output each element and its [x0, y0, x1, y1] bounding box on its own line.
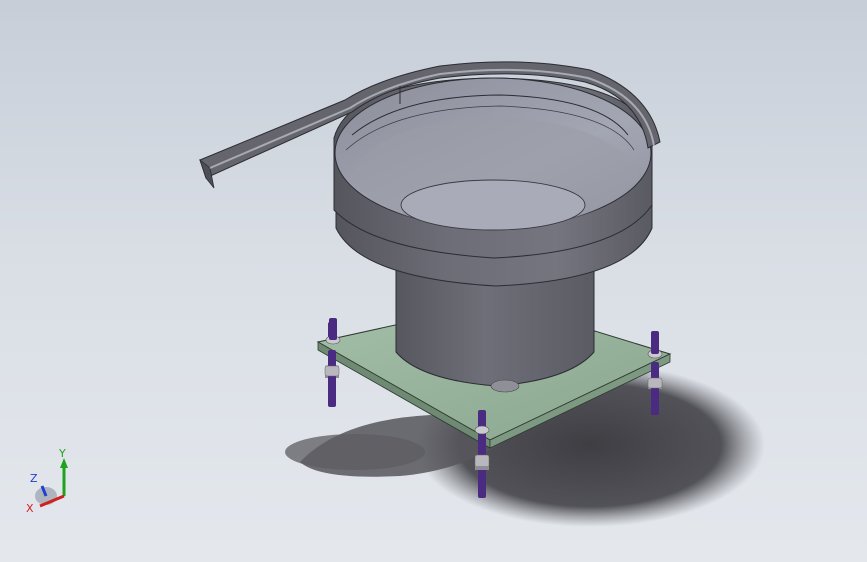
plate-nut-right [647, 331, 663, 359]
y-axis-label: Y [58, 447, 66, 460]
z-axis-label: Z [30, 472, 38, 485]
x-axis-label: X [26, 502, 34, 515]
view-orientation-triad[interactable]: Y Z X [22, 446, 82, 516]
graphics-viewport[interactable]: Y Z X [0, 0, 867, 562]
vibratory-bowl-feeder-model[interactable] [0, 0, 867, 562]
feeder-bowl[interactable] [333, 77, 653, 287]
